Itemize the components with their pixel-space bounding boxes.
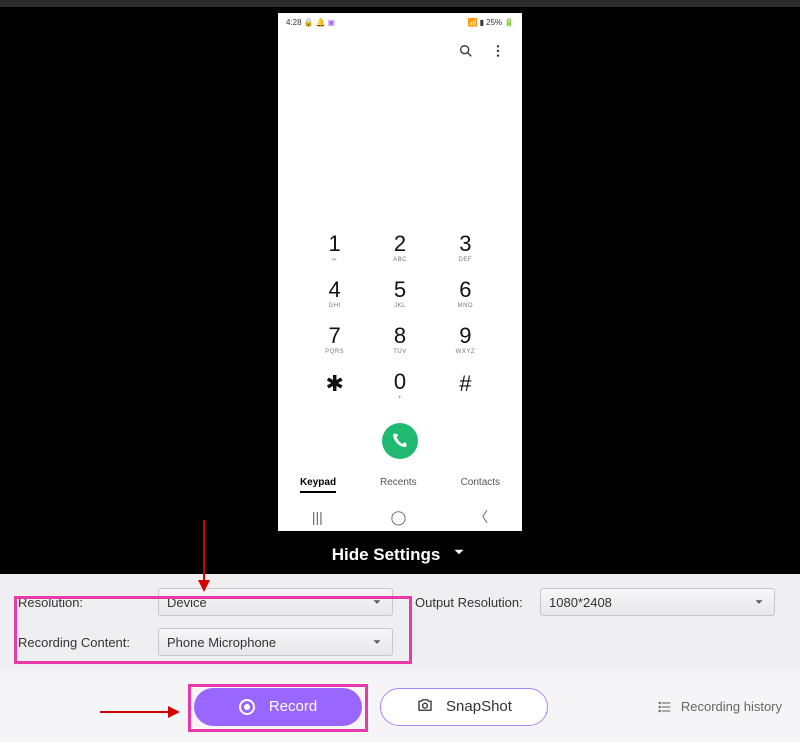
search-icon[interactable]: [458, 43, 474, 64]
wifi-icon: 📶: [468, 18, 478, 27]
resolution-label: Resolution:: [18, 595, 148, 610]
camera-icon: [416, 696, 434, 718]
key-5[interactable]: 5JKL: [367, 279, 432, 309]
phone-screen: 4:28 🔒 🔔 ▣ 📶 ▮ 25% 🔋 1∞ 2ABC: [278, 13, 522, 531]
mirror-area: 4:28 🔒 🔔 ▣ 📶 ▮ 25% 🔋 1∞ 2ABC: [0, 7, 800, 574]
battery-icon: 🔋: [504, 18, 514, 27]
titlebar-strip: [0, 0, 800, 7]
app-icon: ▣: [328, 18, 336, 27]
snapshot-label: SnapShot: [446, 698, 512, 715]
android-nav-bar: ||| ◯ 〈: [278, 503, 522, 531]
tab-recents[interactable]: Recents: [380, 477, 417, 493]
output-resolution-value: 1080*2408: [549, 595, 612, 610]
tab-keypad[interactable]: Keypad: [300, 477, 336, 493]
row-recording-content: Recording Content: Phone Microphone: [18, 628, 782, 656]
battery-text: 25%: [486, 18, 502, 27]
record-dot-icon: [239, 699, 255, 715]
dial-grid: 1∞ 2ABC 3DEF 4GHI 5JKL 6MNO 7PQRS 8TUV 9…: [278, 233, 522, 409]
annotation-arrow-down: [195, 520, 213, 592]
key-9[interactable]: 9WXYZ: [433, 325, 498, 355]
key-6[interactable]: 6MNO: [433, 279, 498, 309]
key-8[interactable]: 8TUV: [367, 325, 432, 355]
chevron-down-icon: [370, 635, 384, 649]
record-button[interactable]: Record: [194, 688, 362, 726]
chevron-down-icon: [752, 595, 766, 609]
nav-back-icon[interactable]: 〈: [474, 507, 488, 527]
status-right: 📶 ▮ 25% 🔋: [468, 18, 514, 27]
resolution-dropdown[interactable]: Device: [158, 588, 393, 616]
phone-topbar: [278, 31, 522, 75]
output-resolution-label: Output Resolution:: [415, 595, 530, 610]
output-resolution-dropdown[interactable]: 1080*2408: [540, 588, 775, 616]
key-3[interactable]: 3DEF: [433, 233, 498, 263]
call-button[interactable]: [382, 423, 418, 459]
list-icon: [657, 699, 673, 715]
key-0[interactable]: 0+: [367, 371, 432, 401]
phone-status-bar: 4:28 🔒 🔔 ▣ 📶 ▮ 25% 🔋: [278, 13, 522, 31]
key-hash[interactable]: #: [433, 371, 498, 401]
signal-icon: ▮: [480, 18, 484, 27]
key-4[interactable]: 4GHI: [302, 279, 367, 309]
resolution-value: Device: [167, 595, 207, 610]
bell-icon: 🔔: [316, 18, 326, 27]
recording-history-link[interactable]: Recording history: [657, 699, 782, 715]
snapshot-button[interactable]: SnapShot: [380, 688, 548, 726]
nav-recents-icon[interactable]: |||: [312, 509, 323, 525]
recording-content-value: Phone Microphone: [167, 635, 276, 650]
row-resolution: Resolution: Device Output Resolution: 10…: [18, 588, 782, 616]
key-1[interactable]: 1∞: [302, 233, 367, 263]
key-7[interactable]: 7PQRS: [302, 325, 367, 355]
chevron-down-icon: [450, 543, 468, 566]
dialer-area: 1∞ 2ABC 3DEF 4GHI 5JKL 6MNO 7PQRS 8TUV 9…: [278, 75, 522, 531]
dialer-tabs: Keypad Recents Contacts: [278, 469, 522, 503]
chevron-down-icon: [370, 595, 384, 609]
tab-contacts[interactable]: Contacts: [461, 477, 500, 493]
status-left: 4:28 🔒 🔔 ▣: [286, 18, 335, 27]
more-icon[interactable]: [490, 43, 506, 64]
annotation-arrow-right: [100, 705, 180, 719]
key-star[interactable]: ✱: [302, 371, 367, 401]
hide-settings-label: Hide Settings: [332, 545, 441, 565]
lock-icon: 🔒: [304, 18, 314, 27]
nav-home-icon[interactable]: ◯: [391, 509, 407, 526]
history-label: Recording history: [681, 699, 782, 714]
recording-content-label: Recording Content:: [18, 635, 148, 650]
hide-settings-toggle[interactable]: Hide Settings: [0, 543, 800, 566]
recording-content-dropdown[interactable]: Phone Microphone: [158, 628, 393, 656]
settings-panel: Resolution: Device Output Resolution: 10…: [0, 574, 800, 671]
status-time: 4:28: [286, 18, 302, 27]
call-row: [278, 409, 522, 469]
key-2[interactable]: 2ABC: [367, 233, 432, 263]
record-label: Record: [269, 698, 317, 715]
